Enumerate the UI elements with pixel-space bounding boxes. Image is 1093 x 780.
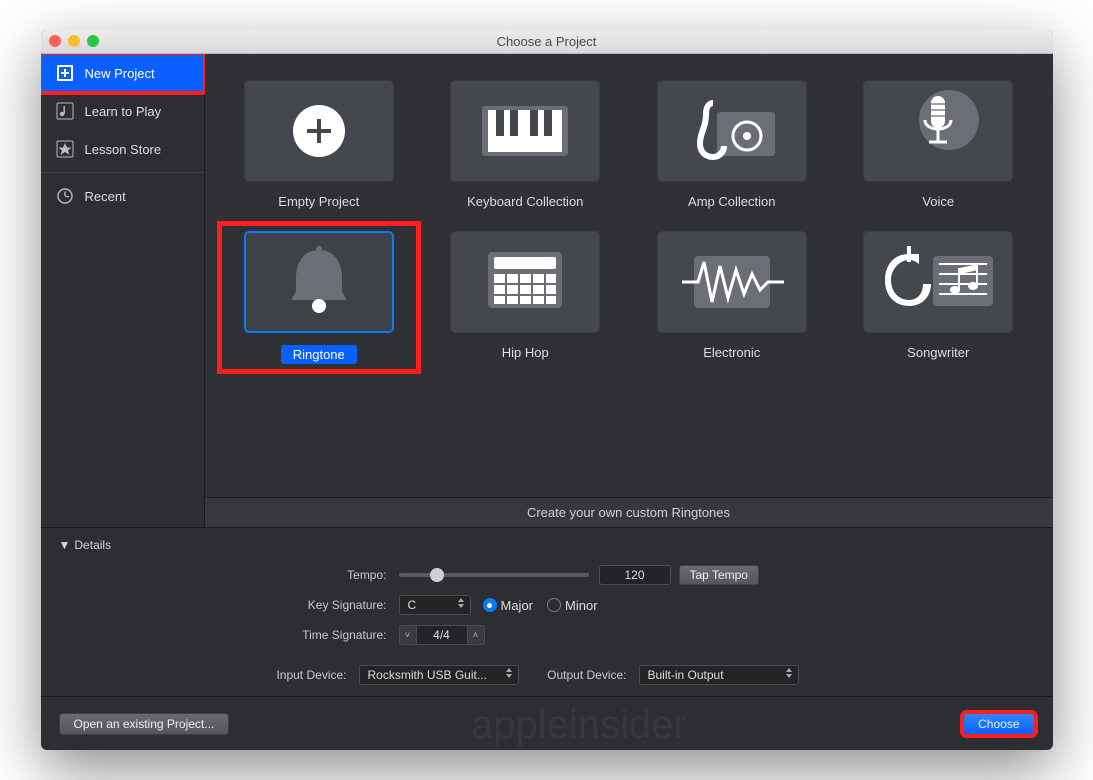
empty-project-icon xyxy=(244,80,394,182)
open-existing-button[interactable]: Open an existing Project... xyxy=(59,713,230,735)
waveform-icon xyxy=(657,231,807,333)
details-heading: Details xyxy=(74,538,111,552)
project-grid: Empty Project Keyboard Collection xyxy=(227,80,1031,364)
microphone-icon xyxy=(863,80,1013,182)
main: Empty Project Keyboard Collection xyxy=(205,54,1053,527)
tempo-slider[interactable] xyxy=(399,573,589,577)
zoom-icon[interactable] xyxy=(87,35,99,47)
sidebar-separator xyxy=(41,172,204,173)
time-sig-value[interactable]: 4/4 xyxy=(417,625,467,645)
output-device-value: Built-in Output xyxy=(648,668,724,682)
guitar-notes-icon xyxy=(863,231,1013,333)
input-device-select[interactable]: Rocksmith USB Guit... xyxy=(359,665,519,685)
minor-radio[interactable] xyxy=(547,598,561,612)
project-card-voice[interactable]: Voice xyxy=(846,80,1031,209)
sidebar-item-recent[interactable]: Recent xyxy=(41,177,204,215)
minimize-icon[interactable] xyxy=(68,35,80,47)
key-label: Key Signature: xyxy=(59,598,399,612)
footer: Open an existing Project... appleinsider… xyxy=(41,696,1053,750)
major-label: Major xyxy=(501,598,534,613)
project-card-songwriter[interactable]: Songwriter xyxy=(846,231,1031,364)
keyboard-icon xyxy=(450,80,600,182)
sidebar-item-label: Lesson Store xyxy=(85,142,162,157)
output-device-label: Output Device: xyxy=(519,668,639,682)
tempo-row: Tempo: 120 Tap Tempo xyxy=(59,560,1035,590)
amp-icon xyxy=(657,80,807,182)
description-bar: Create your own custom Ringtones xyxy=(205,497,1053,527)
learn-icon xyxy=(55,101,75,121)
drum-machine-icon xyxy=(450,231,600,333)
output-device-select[interactable]: Built-in Output xyxy=(639,665,799,685)
project-card-keyboard[interactable]: Keyboard Collection xyxy=(433,80,618,209)
bell-icon xyxy=(244,231,394,333)
time-sig-up[interactable]: ˄ xyxy=(467,625,485,645)
sidebar-item-label: Recent xyxy=(85,189,126,204)
key-value: C xyxy=(408,598,417,612)
sidebar-item-label: Learn to Play xyxy=(85,104,162,119)
project-grid-area: Empty Project Keyboard Collection xyxy=(205,54,1053,497)
project-card-label: Voice xyxy=(922,194,954,209)
details-panel: ▼ Details Tempo: 120 Tap Tempo Key Signa… xyxy=(41,527,1053,696)
tempo-label: Tempo: xyxy=(59,568,399,582)
sidebar-item-label: New Project xyxy=(85,66,155,81)
close-icon[interactable] xyxy=(49,35,61,47)
project-card-ringtone[interactable]: Ringtone xyxy=(223,227,416,368)
project-card-label: Keyboard Collection xyxy=(467,194,583,209)
input-device-label: Input Device: xyxy=(59,668,359,682)
key-row: Key Signature: C Major Minor xyxy=(59,590,1035,620)
traffic-lights xyxy=(49,35,99,47)
chevron-down-icon: ▼ xyxy=(59,538,71,552)
project-card-label: Songwriter xyxy=(907,345,969,360)
project-card-hiphop[interactable]: Hip Hop xyxy=(433,231,618,364)
input-device-value: Rocksmith USB Guit... xyxy=(368,668,487,682)
description-text: Create your own custom Ringtones xyxy=(527,505,730,520)
project-card-empty[interactable]: Empty Project xyxy=(227,80,412,209)
time-label: Time Signature: xyxy=(59,628,399,642)
key-select[interactable]: C xyxy=(399,595,471,615)
new-project-icon xyxy=(55,63,75,83)
project-card-label: Empty Project xyxy=(278,194,359,209)
project-card-label: Electronic xyxy=(703,345,760,360)
watermark: appleinsider xyxy=(471,703,687,748)
body: New Project Learn to Play Lesson Store R xyxy=(41,54,1053,527)
device-row: Input Device: Rocksmith USB Guit... Outp… xyxy=(59,660,1035,690)
star-icon xyxy=(55,139,75,159)
sidebar-item-lesson-store[interactable]: Lesson Store xyxy=(41,130,204,168)
sidebar-item-learn-to-play[interactable]: Learn to Play xyxy=(41,92,204,130)
titlebar: Choose a Project xyxy=(41,30,1053,54)
choose-button[interactable]: Choose xyxy=(963,713,1034,735)
project-card-label: Hip Hop xyxy=(502,345,549,360)
tap-tempo-button[interactable]: Tap Tempo xyxy=(679,565,759,585)
window-title: Choose a Project xyxy=(497,34,597,49)
details-toggle[interactable]: ▼ Details xyxy=(59,538,1035,552)
tempo-value[interactable]: 120 xyxy=(599,565,671,585)
sidebar: New Project Learn to Play Lesson Store R xyxy=(41,54,205,527)
sidebar-item-new-project[interactable]: New Project xyxy=(41,54,204,92)
project-card-label: Ringtone xyxy=(281,345,357,364)
major-radio[interactable] xyxy=(483,598,497,612)
tempo-slider-knob[interactable] xyxy=(430,568,444,582)
project-card-label: Amp Collection xyxy=(688,194,775,209)
time-sig-down[interactable]: ˅ xyxy=(399,625,417,645)
project-card-amp[interactable]: Amp Collection xyxy=(640,80,825,209)
project-card-electronic[interactable]: Electronic xyxy=(640,231,825,364)
clock-icon xyxy=(55,186,75,206)
minor-label: Minor xyxy=(565,598,598,613)
project-chooser-window: Choose a Project New Project Learn to Pl… xyxy=(41,30,1053,750)
time-row: Time Signature: ˅ 4/4 ˄ xyxy=(59,620,1035,650)
